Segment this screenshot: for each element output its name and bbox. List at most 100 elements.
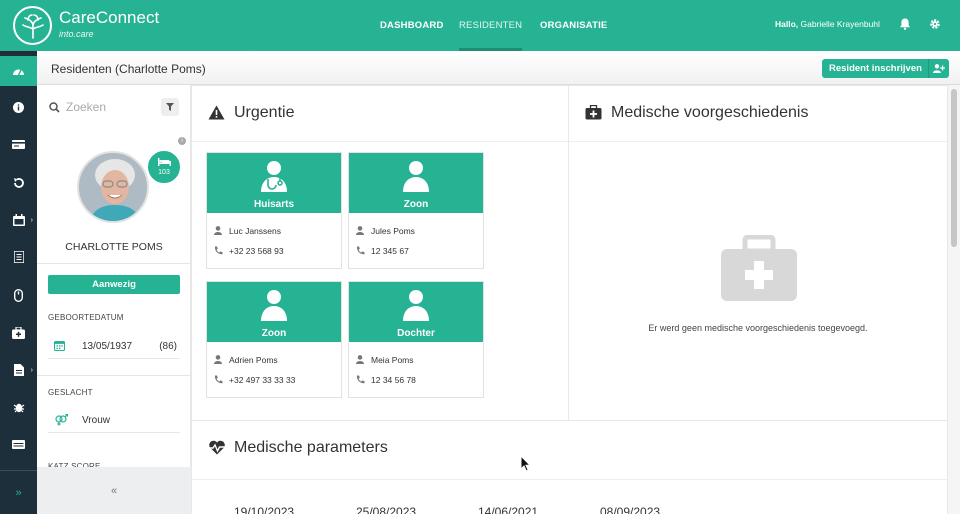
contact-card-header: Huisarts (207, 153, 341, 213)
contact-card[interactable]: Huisarts Luc Janssens +32 23 568 93 (206, 152, 342, 269)
contact-phone: +32 23 568 93 (229, 246, 284, 256)
rail-table-icon[interactable] (0, 429, 37, 459)
room-number: 103 (158, 169, 170, 176)
divider (569, 141, 947, 142)
gender-icon (55, 414, 68, 426)
chevron-right-icon: › (30, 216, 33, 224)
scrollbar-thumb[interactable] (951, 89, 957, 247)
main-scrollbar[interactable] (948, 85, 960, 514)
nav-organisatie[interactable]: ORGANISATIE (540, 0, 607, 51)
calendar-icon (54, 340, 65, 351)
info-icon[interactable]: i (178, 137, 186, 145)
gear-icon[interactable] (928, 17, 942, 31)
page-title: Residenten (Charlotte Poms) (51, 62, 206, 76)
resident-side-panel: Zoeken i 103 CHARLOTTE POMS Aanwezig GEB… (37, 85, 191, 514)
person-icon (356, 355, 364, 364)
parameter-date[interactable]: 08/09/2023 (600, 505, 660, 514)
gender-label: GESLACHT (48, 388, 93, 397)
rail-history-icon[interactable] (0, 168, 37, 198)
search-input[interactable]: Zoeken (66, 100, 106, 114)
parameter-date[interactable]: 14/06/2021 (478, 505, 538, 514)
rail-dashboard-icon[interactable] (0, 56, 37, 86)
contact-card[interactable]: Zoon Jules Poms 12 345 67 (348, 152, 484, 269)
rail-list-icon[interactable] (0, 242, 37, 272)
divider (37, 263, 191, 264)
contact-card-header: Dochter (349, 282, 483, 342)
phone-icon (214, 246, 223, 255)
divider (192, 479, 947, 480)
medical-history-title: Medische voorgeschiedenis (611, 104, 809, 121)
contact-phone: +32 497 33 33 33 (229, 375, 296, 385)
app-name: CareConnect (59, 8, 160, 27)
top-bar: CareConnect into.care DASHBOARD RESIDENT… (0, 0, 960, 51)
rail-mouse-icon[interactable] (0, 280, 37, 310)
rail-card-icon[interactable] (0, 129, 37, 159)
medical-parameters-title: Medische parameters (234, 439, 388, 456)
user-greeting[interactable]: Hallo, Gabrielle Krayenbuhl (775, 0, 880, 49)
contact-card-header: Zoon (207, 282, 341, 342)
filter-button[interactable] (161, 98, 179, 116)
person-icon (214, 226, 222, 235)
contact-card-header: Zoon (349, 153, 483, 213)
medical-parameters-card: Medische parameters (191, 420, 948, 514)
collapse-panel-button[interactable]: « (37, 467, 191, 514)
medkit-icon (585, 105, 602, 120)
presence-status-button[interactable]: Aanwezig (48, 275, 180, 294)
nav-residenten[interactable]: RESIDENTEN (459, 0, 523, 51)
empty-medkit-icon (721, 235, 797, 301)
divider (37, 375, 191, 376)
user-name: Gabrielle Krayenbuhl (800, 19, 880, 29)
tree-logo-icon[interactable] (13, 6, 52, 45)
icon-rail: › › » (0, 51, 37, 514)
person-icon (261, 290, 287, 321)
rail-document-icon[interactable]: › (0, 355, 37, 385)
enroll-resident-label: Resident inschrijven (829, 63, 922, 74)
urgency-title: Urgentie (234, 104, 295, 121)
divider (192, 141, 568, 142)
person-icon (403, 290, 429, 321)
contact-role: Zoon (403, 199, 429, 210)
enroll-resident-button[interactable]: Resident inschrijven (822, 59, 949, 78)
person-icon (356, 226, 364, 235)
bell-icon[interactable] (898, 17, 912, 31)
rail-medkit-icon[interactable] (0, 318, 37, 348)
contact-name: Luc Janssens (229, 226, 281, 236)
contact-phone: 12 345 67 (371, 246, 409, 256)
person-icon (214, 355, 222, 364)
empty-history-message: Er werd geen medische voorgeschiedenis t… (648, 323, 868, 333)
rail-info-icon[interactable] (0, 92, 37, 122)
age-value: (86) (159, 341, 177, 352)
phone-icon (214, 375, 223, 384)
gender-field: Vrouw (48, 407, 180, 433)
contact-name: Jules Poms (371, 226, 415, 236)
greeting-text: Hallo, (775, 19, 799, 29)
warning-icon (208, 105, 225, 120)
parameter-date[interactable]: 25/08/2023 (356, 505, 416, 514)
contact-card[interactable]: Dochter Meia Poms 12 34 56 78 (348, 281, 484, 398)
gender-value: Vrouw (82, 415, 110, 426)
contact-name: Meia Poms (371, 355, 414, 365)
rail-calendar-icon[interactable]: › (0, 205, 37, 235)
search-icon (49, 102, 60, 113)
room-badge: 103 (146, 149, 182, 185)
contact-role: Zoon (261, 328, 287, 339)
heartbeat-icon (208, 440, 226, 455)
birthdate-value: 13/05/1937 (82, 341, 133, 352)
expand-rail-button[interactable]: » (0, 470, 37, 514)
title-bar: Residenten (Charlotte Poms) Resident ins… (37, 51, 960, 85)
rail-bug-icon[interactable] (0, 392, 37, 422)
contact-card[interactable]: Zoon Adrien Poms +32 497 33 33 33 (206, 281, 342, 398)
urgency-card: Urgentie Huisarts Luc Janssens +32 23 56… (191, 85, 569, 421)
nav-dashboard[interactable]: DASHBOARD (380, 0, 444, 51)
contact-phone: 12 34 56 78 (371, 375, 416, 385)
phone-icon (356, 375, 365, 384)
resident-name: CHARLOTTE POMS (65, 241, 163, 253)
parameter-date[interactable]: 19/10/2023 (234, 505, 294, 514)
birthdate-label: GEBOORTEDATUM (48, 313, 124, 322)
add-user-icon (927, 59, 949, 78)
contact-role: Dochter (397, 328, 435, 339)
contact-name: Adrien Poms (229, 355, 278, 365)
contact-role: Huisarts (253, 199, 294, 210)
phone-icon (356, 246, 365, 255)
mouse-cursor-icon (520, 455, 531, 472)
